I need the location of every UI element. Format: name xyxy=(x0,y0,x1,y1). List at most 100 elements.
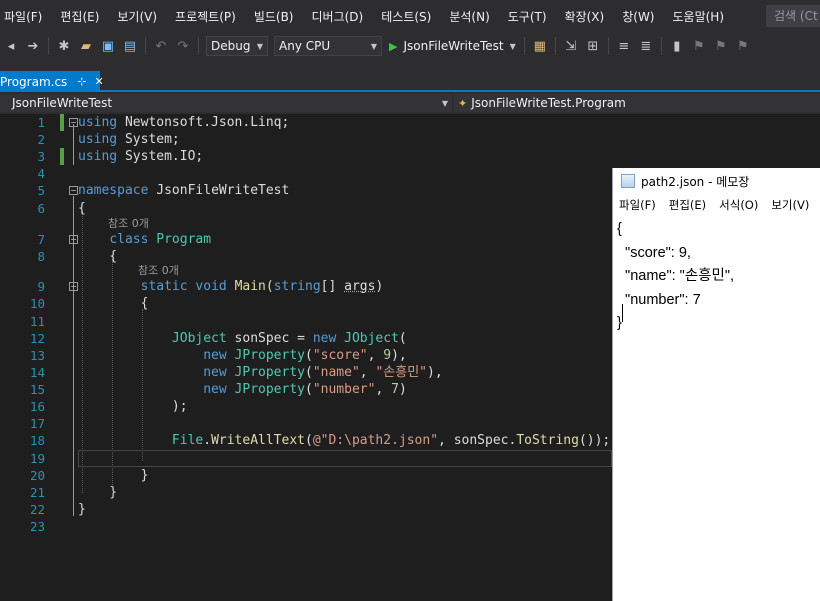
line-number: 22 xyxy=(29,502,45,517)
line-number: 14 xyxy=(29,365,45,380)
next-bookmark-icon[interactable]: ⚑ xyxy=(712,37,730,55)
notepad-menu-edit[interactable]: 편집(E) xyxy=(669,197,706,213)
line-number: 15 xyxy=(29,382,45,397)
line-number: 7 xyxy=(37,232,45,247)
notepad-menu-view[interactable]: 보기(V) xyxy=(771,197,809,213)
menu-view[interactable]: 보기(V) xyxy=(108,8,166,25)
change-indicator xyxy=(60,114,64,131)
step-into-icon[interactable]: ⇲ xyxy=(562,37,580,55)
collapse-icon[interactable]: − xyxy=(69,118,78,127)
play-icon: ▶ xyxy=(389,39,398,53)
start-debugging-button[interactable]: ▶ JsonFileWriteTest ▼ xyxy=(389,39,516,53)
menu-debug[interactable]: 디버그(D) xyxy=(303,8,373,25)
line-number: 8 xyxy=(37,249,45,264)
menu-file[interactable]: 파일(F) xyxy=(0,8,51,25)
notepad-menu-file[interactable]: 파일(F) xyxy=(619,197,656,213)
chevron-down-icon: ▼ xyxy=(509,41,516,51)
toolbar-separator xyxy=(198,37,199,55)
comment-icon[interactable]: ≡ xyxy=(615,37,633,55)
toolbar-separator xyxy=(48,37,49,55)
line-number: 21 xyxy=(29,485,45,500)
member-dropdown[interactable]: ✦ JsonFileWriteTest.Program xyxy=(454,94,820,112)
notepad-window[interactable]: path2.json - 메모장 파일(F) 편집(E) 서식(O) 보기(V)… xyxy=(612,168,820,601)
platform-value: Any CPU xyxy=(279,39,331,53)
toolbar-separator xyxy=(607,37,609,55)
codelens-references[interactable]: 참조 0개 xyxy=(108,217,149,231)
chevron-down-icon: ▼ xyxy=(441,98,448,108)
browser-link-icon[interactable]: ▦ xyxy=(531,37,549,55)
line-number: 23 xyxy=(29,519,45,534)
line-number: 20 xyxy=(29,468,45,483)
menu-test[interactable]: 테스트(S) xyxy=(372,8,440,25)
project-name: JsonFileWriteTest xyxy=(12,96,113,110)
menu-tools[interactable]: 도구(T) xyxy=(499,8,556,25)
codelens-references[interactable]: 참조 0개 xyxy=(138,264,179,278)
close-icon[interactable]: ✕ xyxy=(95,75,104,88)
toolbar-separator xyxy=(660,37,662,55)
line-number: 5 xyxy=(37,183,45,198)
notepad-icon xyxy=(621,174,635,188)
clear-bookmarks-icon[interactable]: ⚑ xyxy=(734,37,752,55)
navigate-back-icon[interactable]: ◂ xyxy=(2,37,20,55)
platform-dropdown[interactable]: Any CPU ▼ xyxy=(274,36,382,56)
line-number: 9 xyxy=(37,279,45,294)
class-icon: ✦ xyxy=(458,96,468,110)
save-all-icon[interactable]: ▤ xyxy=(121,37,139,55)
redo-icon[interactable]: ↷ xyxy=(174,37,192,55)
menu-extensions[interactable]: 확장(X) xyxy=(556,8,614,25)
configuration-value: Debug xyxy=(211,39,251,53)
line-number: 16 xyxy=(29,399,45,414)
document-tab-strip: Program.cs ⊹ ✕ xyxy=(0,60,820,92)
new-project-icon[interactable]: ✱ xyxy=(55,37,73,55)
navigate-forward-icon[interactable]: ➔ xyxy=(24,37,42,55)
undo-icon[interactable]: ↶ xyxy=(152,37,170,55)
notepad-menu-format[interactable]: 서식(O) xyxy=(719,197,758,213)
bookmark-icon[interactable]: ▮ xyxy=(668,37,686,55)
tab-filename: Program.cs xyxy=(0,74,68,89)
line-number: 13 xyxy=(29,348,45,363)
notepad-titlebar[interactable]: path2.json - 메모장 xyxy=(613,168,820,194)
chevron-down-icon: ▼ xyxy=(370,41,377,51)
notepad-text-area[interactable]: { "score": 9, "name": "손흥민", "number": 7… xyxy=(617,218,734,336)
collapse-icon[interactable]: − xyxy=(69,235,78,244)
line-number: 17 xyxy=(29,416,45,431)
uncomment-icon[interactable]: ≣ xyxy=(637,37,655,55)
collapse-icon[interactable]: − xyxy=(69,282,78,291)
tab-program-cs[interactable]: Program.cs ⊹ ✕ xyxy=(0,71,104,92)
menu-window[interactable]: 창(W) xyxy=(613,8,663,25)
fold-line xyxy=(73,243,74,493)
line-number: 1 xyxy=(37,115,45,130)
current-line-highlight xyxy=(78,450,612,467)
show-next-statement-icon[interactable]: ⊞ xyxy=(584,37,602,55)
line-number: 11 xyxy=(29,314,45,329)
chevron-down-icon: ▼ xyxy=(256,41,263,51)
line-number: 10 xyxy=(29,296,45,311)
notepad-menu-bar: 파일(F) 편집(E) 서식(O) 보기(V) xyxy=(613,194,820,216)
save-icon[interactable]: ▣ xyxy=(99,37,117,55)
line-number: 12 xyxy=(29,331,45,346)
fold-line xyxy=(73,124,74,165)
menu-analyze[interactable]: 분석(N) xyxy=(440,8,498,25)
toolbar-separator xyxy=(554,37,556,55)
start-label: JsonFileWriteTest xyxy=(403,39,504,53)
line-number: 19 xyxy=(29,451,45,466)
line-number: 18 xyxy=(29,433,45,448)
open-folder-icon[interactable]: ▰ xyxy=(77,37,95,55)
project-dropdown[interactable]: JsonFileWriteTest ▼ xyxy=(0,94,452,112)
menu-project[interactable]: 프로젝트(P) xyxy=(166,8,245,25)
menu-help[interactable]: 도움말(H) xyxy=(664,8,734,25)
notepad-title: path2.json - 메모장 xyxy=(641,174,750,189)
previous-bookmark-icon[interactable]: ⚑ xyxy=(690,37,708,55)
line-number: 6 xyxy=(37,201,45,216)
line-number: 2 xyxy=(37,132,45,147)
menu-build[interactable]: 빌드(B) xyxy=(245,8,303,25)
toolbar-separator xyxy=(145,37,146,55)
pin-icon[interactable]: ⊹ xyxy=(77,75,86,88)
configuration-dropdown[interactable]: Debug ▼ xyxy=(206,36,268,56)
search-input[interactable]: 검색 (Ct xyxy=(766,5,820,27)
collapse-icon[interactable]: − xyxy=(69,186,78,195)
change-indicator xyxy=(60,148,64,165)
toolbar: ◂ ➔ ✱ ▰ ▣ ▤ ↶ ↷ Debug ▼ Any CPU ▼ ▶ Json… xyxy=(0,32,820,60)
member-name: JsonFileWriteTest.Program xyxy=(471,96,626,110)
menu-edit[interactable]: 편집(E) xyxy=(51,8,108,25)
